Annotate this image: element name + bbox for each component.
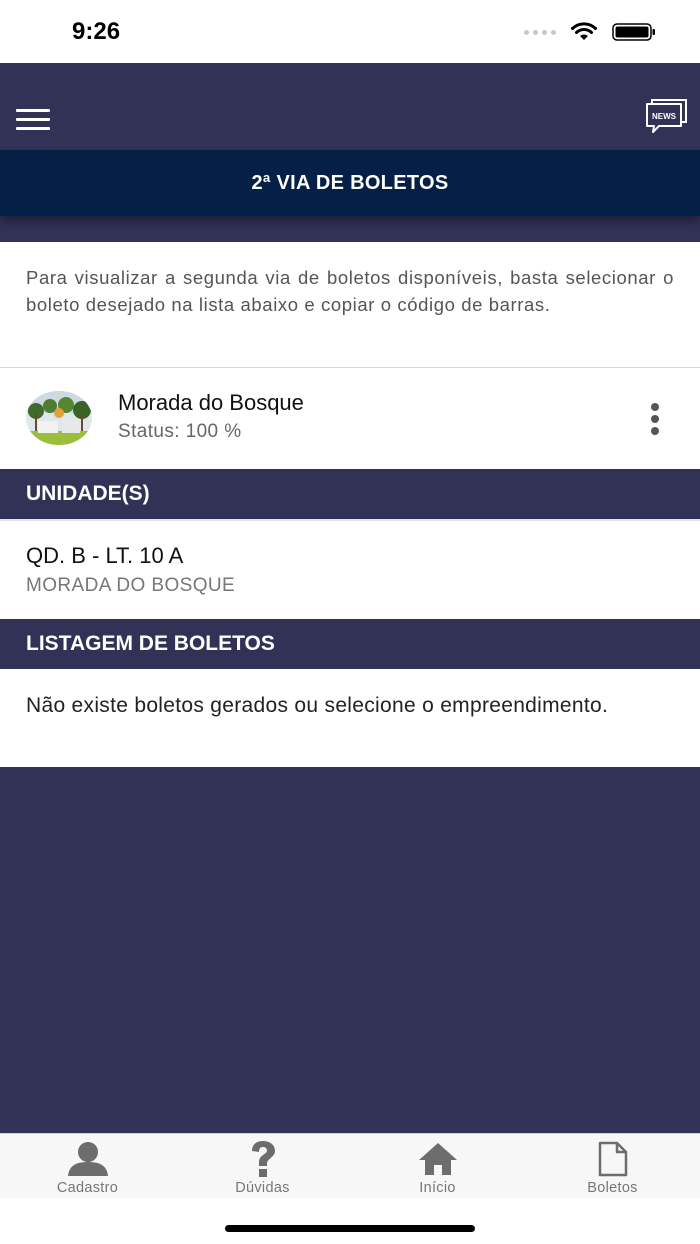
signal-dots-icon <box>524 29 556 35</box>
home-indicator[interactable] <box>225 1225 475 1232</box>
status-time: 9:26 <box>72 18 121 45</box>
empreendimento-status: Status: 100 % <box>118 421 242 442</box>
tab-duvidas[interactable]: Dúvidas <box>175 1134 350 1198</box>
home-icon <box>416 1140 460 1178</box>
unit-title: QD. B - LT. 10 A <box>26 543 184 568</box>
safe-area-bottom <box>0 1198 700 1244</box>
hamburger-menu-icon[interactable] <box>16 109 50 131</box>
status-bar: 9:26 <box>0 0 700 63</box>
wifi-icon <box>571 22 597 40</box>
empreendimento-name: Morada do Bosque <box>118 390 304 415</box>
status-icons <box>524 22 656 42</box>
tab-inicio[interactable]: Início <box>350 1134 525 1198</box>
document-icon <box>591 1140 635 1178</box>
empty-boletos-message: Não existe boletos gerados ou selecione … <box>0 669 700 767</box>
bottom-tab-bar: Cadastro Dúvidas Início Boletos <box>0 1133 700 1198</box>
intro-text: Para visualizar a segunda via de boletos… <box>26 267 674 315</box>
app-header: NEWS <box>0 63 700 150</box>
unit-subtitle: MORADA DO BOSQUE <box>26 575 236 596</box>
tab-inicio-label: Início <box>419 1180 456 1196</box>
tab-cadastro-label: Cadastro <box>56 1180 119 1196</box>
units-section-header: UNIDADE(S) <box>0 469 700 519</box>
news-label: NEWS <box>652 112 677 121</box>
boletos-section-header: LISTAGEM DE BOLETOS <box>0 619 700 669</box>
header-spacer <box>0 216 700 242</box>
intro-panel: Para visualizar a segunda via de boletos… <box>0 242 700 368</box>
empreendimento-row[interactable]: Morada do Bosque Status: 100 % <box>0 369 700 469</box>
news-chat-icon[interactable]: NEWS <box>644 99 688 135</box>
question-icon <box>241 1140 285 1178</box>
user-icon <box>66 1140 110 1178</box>
empreendimento-avatar <box>26 391 92 445</box>
content-background <box>0 767 700 1133</box>
tab-cadastro[interactable]: Cadastro <box>0 1134 175 1198</box>
unit-item[interactable]: QD. B - LT. 10 A MORADA DO BOSQUE <box>0 519 700 619</box>
tab-duvidas-label: Dúvidas <box>235 1180 290 1196</box>
tab-boletos-label: Boletos <box>587 1180 638 1196</box>
battery-icon <box>612 23 655 41</box>
page-title: 2ª VIA DE BOLETOS <box>0 150 700 216</box>
more-options-icon[interactable] <box>645 403 665 435</box>
tab-boletos[interactable]: Boletos <box>525 1134 700 1198</box>
